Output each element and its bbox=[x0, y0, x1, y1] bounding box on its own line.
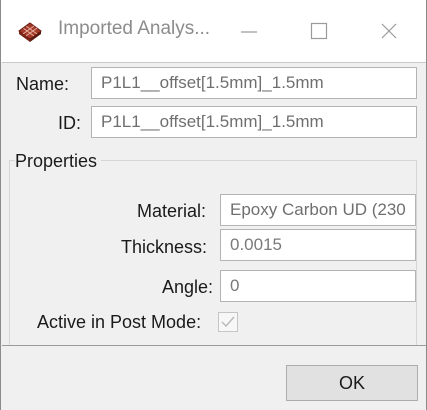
window-title: Imported Analys... bbox=[58, 18, 211, 39]
close-icon bbox=[381, 23, 397, 39]
angle-label: Angle: bbox=[162, 277, 214, 297]
properties-group-title: Properties bbox=[15, 151, 102, 172]
thickness-label: Thickness: bbox=[121, 237, 208, 257]
button-bar: OK bbox=[2, 345, 426, 410]
maximize-icon bbox=[310, 22, 328, 40]
checkmark-icon bbox=[221, 316, 235, 328]
material-field[interactable]: Epoxy Carbon UD (230 bbox=[220, 194, 416, 226]
name-field[interactable]: P1L1__offset[1.5mm]_1.5mm bbox=[91, 67, 417, 99]
ply-layers-icon bbox=[18, 22, 42, 42]
id-label: ID: bbox=[58, 113, 82, 133]
ok-button[interactable]: OK bbox=[286, 365, 418, 401]
minimize-button[interactable] bbox=[229, 12, 269, 50]
close-button[interactable] bbox=[369, 12, 409, 50]
angle-field[interactable]: 0 bbox=[220, 270, 416, 302]
material-label: Material: bbox=[137, 201, 207, 221]
thickness-field[interactable]: 0.0015 bbox=[220, 229, 416, 261]
maximize-button[interactable] bbox=[299, 12, 339, 50]
active-in-post-mode-label: Active in Post Mode: bbox=[37, 312, 202, 332]
active-in-post-mode-checkbox[interactable] bbox=[218, 312, 238, 332]
name-label: Name: bbox=[16, 74, 70, 94]
title-bar[interactable]: Imported Analys... bbox=[1, 0, 426, 62]
dialog-window: Imported Analys... Name: P1L1__offset[1.… bbox=[0, 0, 427, 410]
minimize-icon bbox=[241, 31, 257, 33]
id-field[interactable]: P1L1__offset[1.5mm]_1.5mm bbox=[91, 106, 417, 138]
